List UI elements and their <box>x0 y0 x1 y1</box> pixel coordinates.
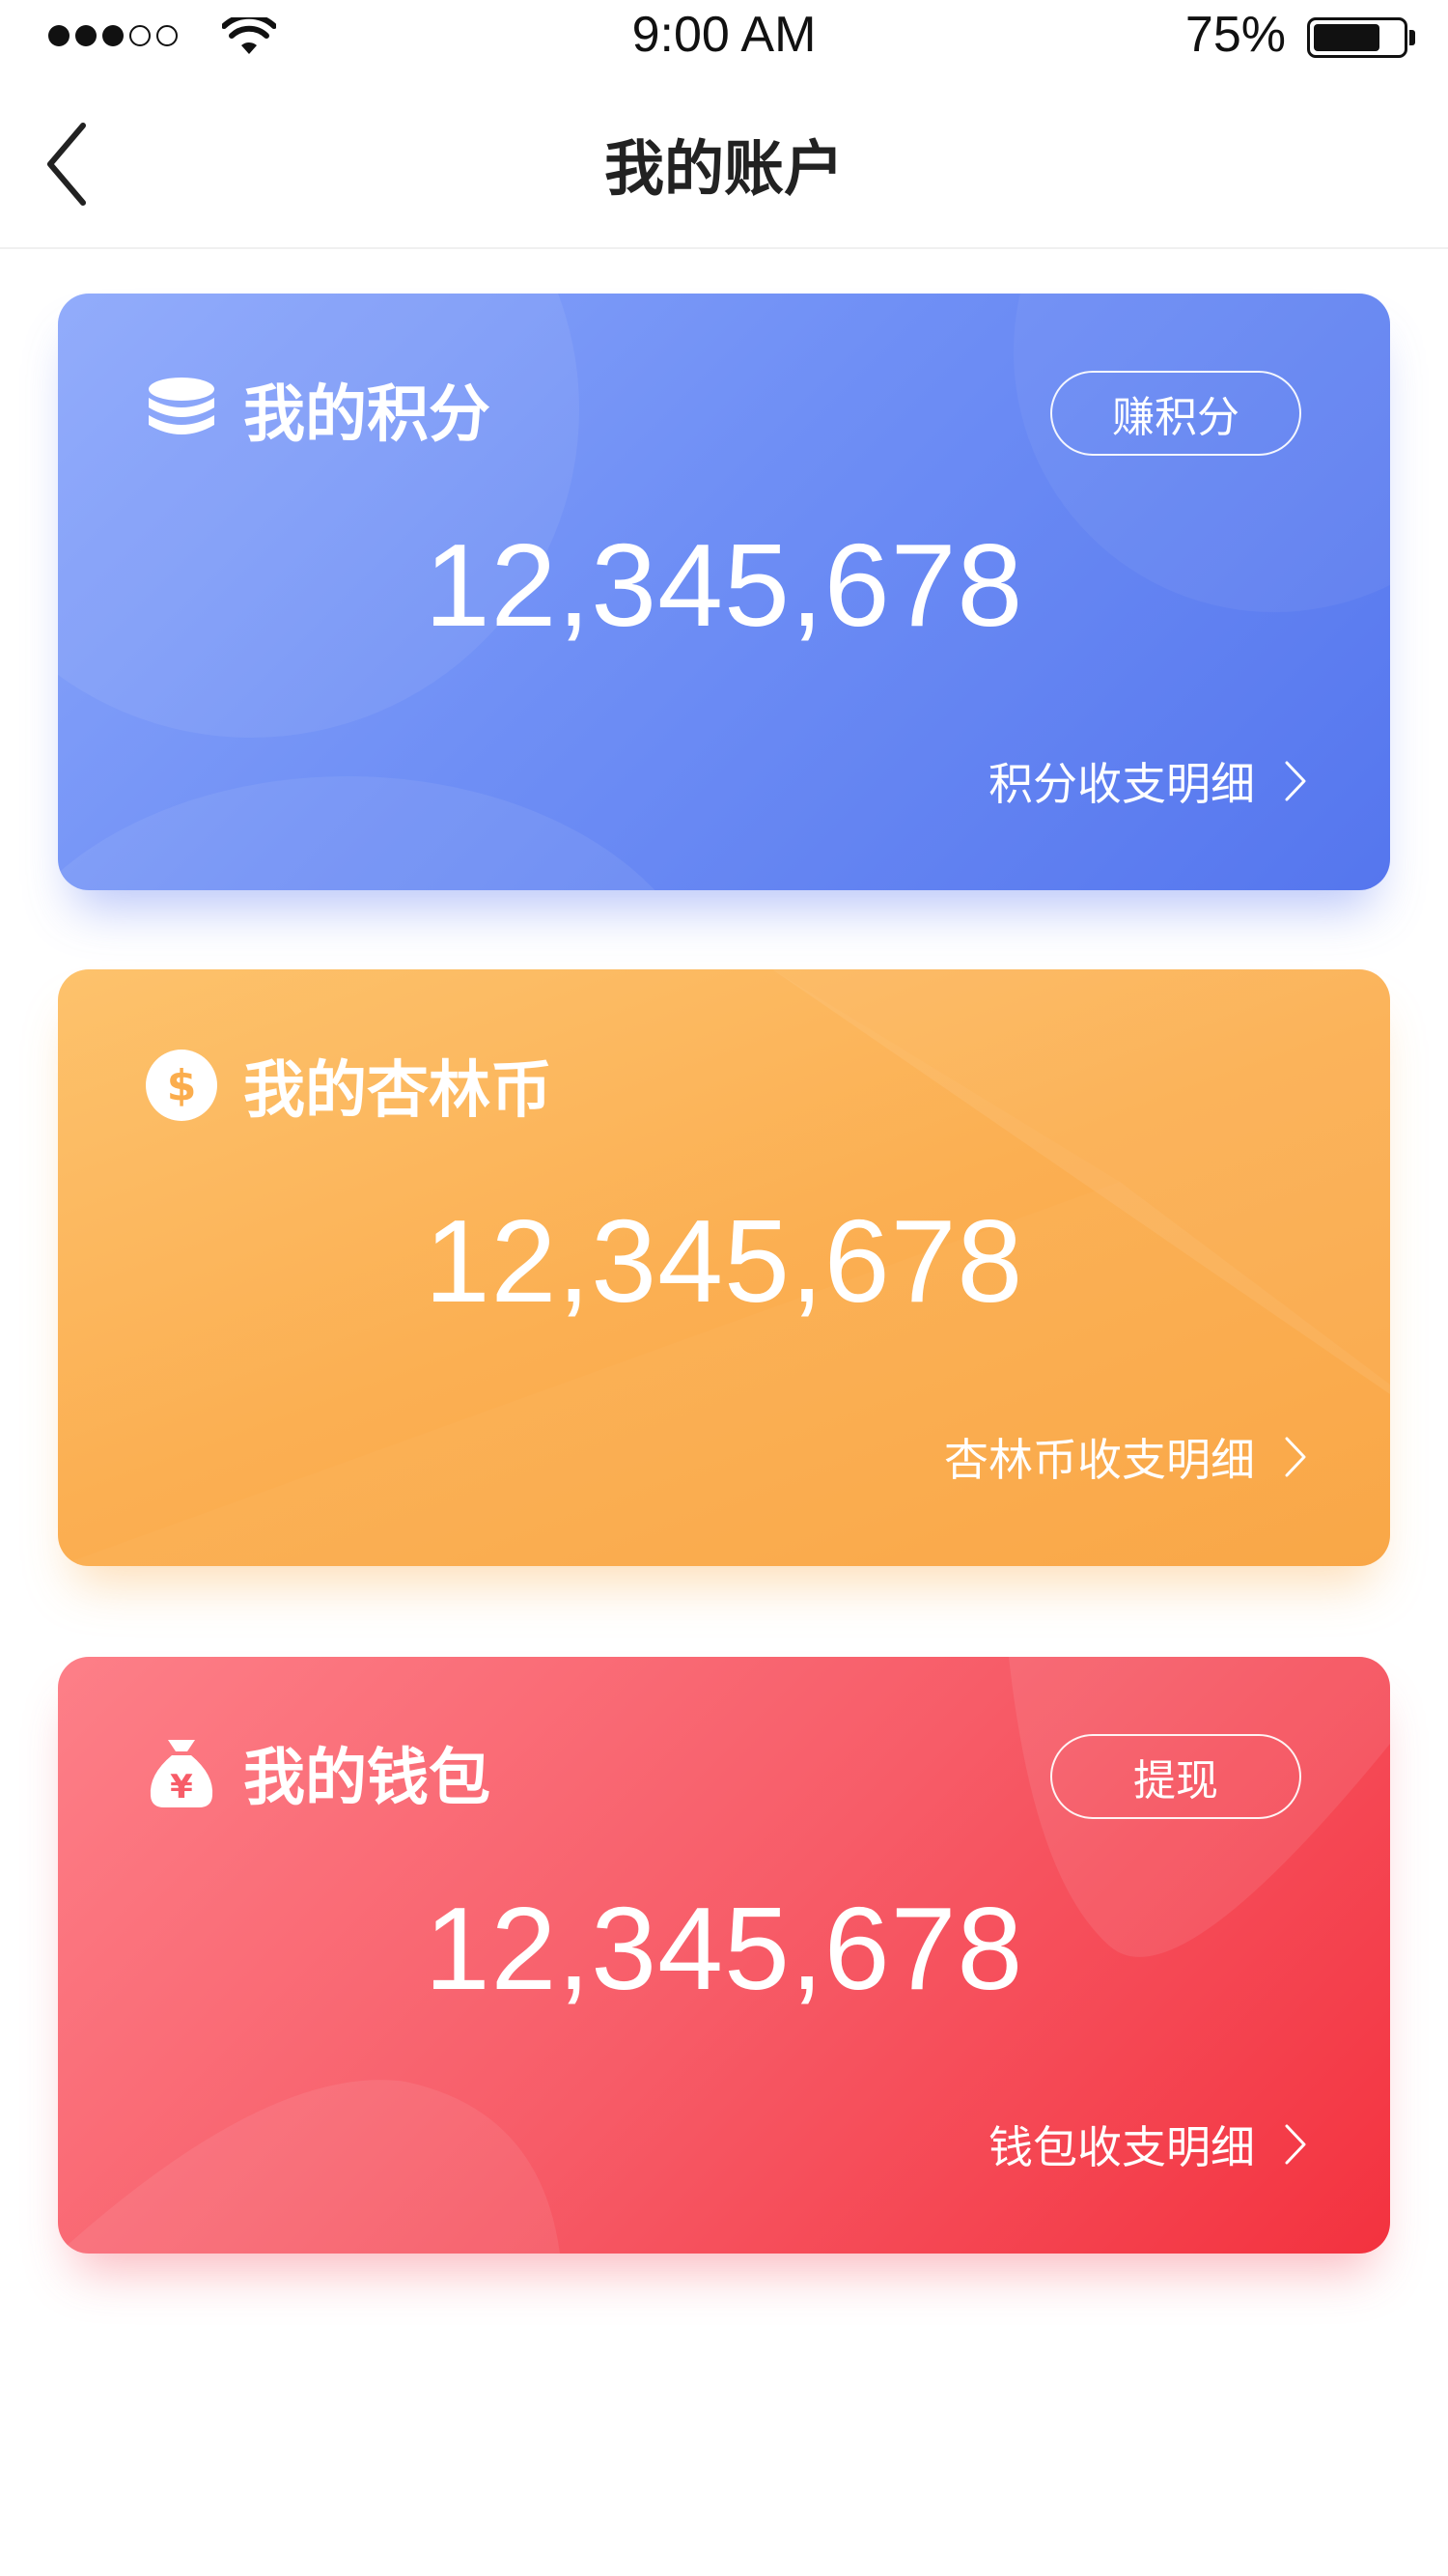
coins-detail-label: 杏林币收支明细 <box>944 1434 1255 1486</box>
dollar-coin-icon: $ <box>145 1049 218 1122</box>
svg-text:¥: ¥ <box>170 1768 193 1806</box>
battery-icon <box>1307 17 1407 58</box>
wallet-detail-label: 钱包收支明细 <box>989 2121 1255 2173</box>
svg-text:$: $ <box>167 1061 197 1110</box>
coin-stack-icon <box>145 373 218 446</box>
earn-points-button[interactable]: 赚积分 <box>1050 371 1301 456</box>
points-card-header: 我的积分 <box>145 371 490 451</box>
money-bag-icon: ¥ <box>145 1736 218 1809</box>
coins-card-header: $ 我的杏林币 <box>145 1047 552 1127</box>
wallet-amount: 12,345,678 <box>424 1883 1024 2014</box>
battery-cap <box>1409 30 1415 45</box>
battery-percent: 75% <box>1184 7 1286 63</box>
chevron-right-icon <box>1285 761 1306 801</box>
coins-amount: 12,345,678 <box>424 1195 1024 1327</box>
points-card: 我的积分 赚积分 12,345,678 积分收支明细 <box>58 294 1390 890</box>
wallet-card: ¥ 我的钱包 提现 12,345,678 钱包收支明细 <box>58 1657 1390 2254</box>
chevron-right-icon <box>1285 2124 1306 2165</box>
points-detail-label: 积分收支明细 <box>989 758 1255 810</box>
coins-detail-link[interactable]: 杏林币收支明细 <box>944 1425 1307 1489</box>
page-title: 我的账户 <box>603 133 844 204</box>
wallet-detail-link[interactable]: 钱包收支明细 <box>989 2113 1307 2176</box>
points-card-title: 我的积分 <box>243 379 490 451</box>
points-amount: 12,345,678 <box>424 519 1024 651</box>
navigation-bar: 我的账户 <box>0 77 1448 249</box>
coins-card-title: 我的杏林币 <box>243 1055 552 1127</box>
status-bar: 9:00 AM 75% <box>0 0 1448 77</box>
wallet-card-header: ¥ 我的钱包 <box>145 1734 490 1814</box>
withdraw-button[interactable]: 提现 <box>1050 1734 1301 1819</box>
battery-level-fill <box>1314 24 1379 51</box>
wallet-card-title: 我的钱包 <box>243 1743 490 1814</box>
points-detail-link[interactable]: 积分收支明细 <box>989 749 1307 813</box>
chevron-right-icon <box>1285 1437 1306 1477</box>
coins-card: $ 我的杏林币 12,345,678 杏林币收支明细 <box>58 969 1390 1566</box>
